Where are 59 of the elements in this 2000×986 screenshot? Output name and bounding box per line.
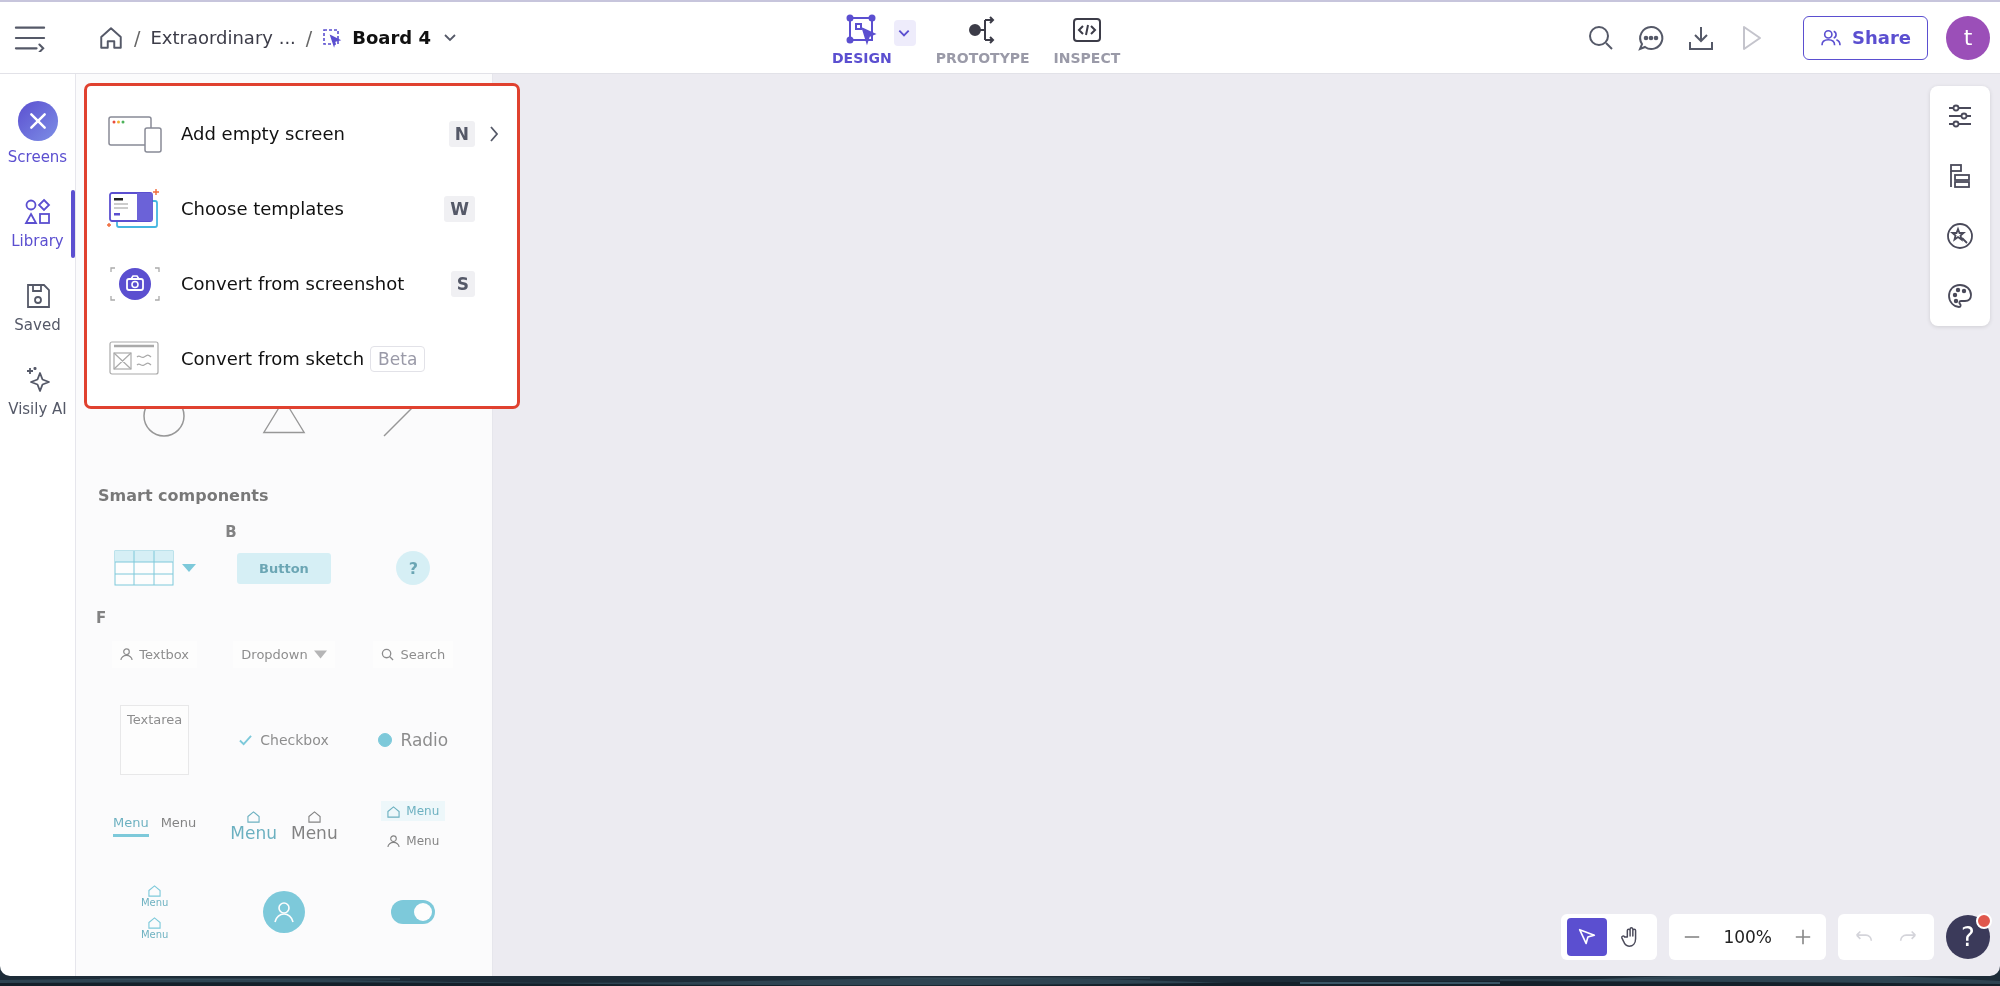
home-icon: [148, 884, 162, 897]
component-letter: F: [96, 609, 107, 627]
pointer-tool[interactable]: [1567, 918, 1608, 956]
mode-tab[interactable]: PROTOTYPE: [923, 14, 1042, 66]
bottom-nav-component[interactable]: Menu Menu: [230, 809, 338, 843]
shortcut-key: N: [448, 120, 475, 147]
beta-badge: Beta: [370, 345, 426, 372]
menu-item[interactable]: Convert from sketch Beta: [87, 321, 517, 396]
mode-dropdown[interactable]: [893, 20, 916, 46]
menu-item[interactable]: Add empty screen N: [87, 96, 517, 171]
share-button[interactable]: Share: [1803, 15, 1928, 60]
checkbox-component[interactable]: Checkbox: [239, 732, 329, 748]
mode-tab[interactable]: DESIGN: [820, 14, 904, 66]
screen-icon: [107, 113, 163, 154]
side-nav-component[interactable]: Menu Menu: [381, 801, 446, 851]
chevron-down-icon: [896, 28, 911, 38]
breadcrumb-link[interactable]: Extraordinary ...: [150, 27, 296, 48]
people-icon: [1820, 28, 1842, 47]
user-icon: [387, 834, 401, 848]
shortcut-key: S: [450, 270, 475, 297]
section-title: Smart components: [98, 486, 270, 505]
radio-component[interactable]: Radio: [378, 730, 449, 750]
rail-item[interactable]: Screens: [0, 92, 75, 174]
sliders-icon[interactable]: [1946, 102, 1974, 130]
user-avatar[interactable]: t: [1946, 15, 1990, 60]
check-icon: [239, 733, 253, 747]
breadcrumb-separator: /: [305, 26, 313, 49]
shapes-icon: [23, 198, 52, 226]
home-icon: [247, 809, 261, 823]
component-letter: B: [225, 523, 237, 541]
rail-item[interactable]: Saved: [0, 274, 75, 342]
home-icon: [307, 809, 321, 823]
rail-item[interactable]: Visily AI: [0, 358, 75, 426]
chevron-down-icon: [443, 32, 458, 43]
board-icon: [322, 27, 343, 48]
design-icon: [845, 14, 878, 46]
home-icon: [148, 916, 162, 929]
breadcrumb-separator: /: [134, 26, 141, 49]
mode-tab[interactable]: INSPECT: [1041, 14, 1133, 66]
home-icon: [387, 804, 401, 818]
user-icon: [120, 647, 134, 661]
toggle-component[interactable]: [391, 900, 436, 924]
search-icon: [381, 647, 395, 661]
dropdown-arrow-icon: [181, 564, 196, 572]
help-button[interactable]: ?: [1946, 915, 1990, 959]
zoom-level[interactable]: 100%: [1723, 927, 1772, 947]
close-icon: [16, 100, 59, 142]
home-icon[interactable]: [98, 24, 124, 51]
shortcut-key: W: [444, 195, 475, 222]
textarea-component[interactable]: Textarea: [120, 705, 190, 775]
comment-icon[interactable]: [1637, 23, 1665, 52]
search-icon[interactable]: [1587, 23, 1615, 52]
rail-item[interactable]: Library: [0, 190, 75, 258]
menu-item[interactable]: Convert from screenshot S: [87, 246, 517, 321]
menu-item[interactable]: Choose templates W: [87, 171, 517, 246]
palette-icon[interactable]: [1946, 282, 1974, 310]
zoom-in-icon[interactable]: [1794, 928, 1812, 946]
board-dropdown[interactable]: Board 4: [352, 27, 458, 48]
tabs-component[interactable]: Menu Menu: [112, 815, 197, 837]
